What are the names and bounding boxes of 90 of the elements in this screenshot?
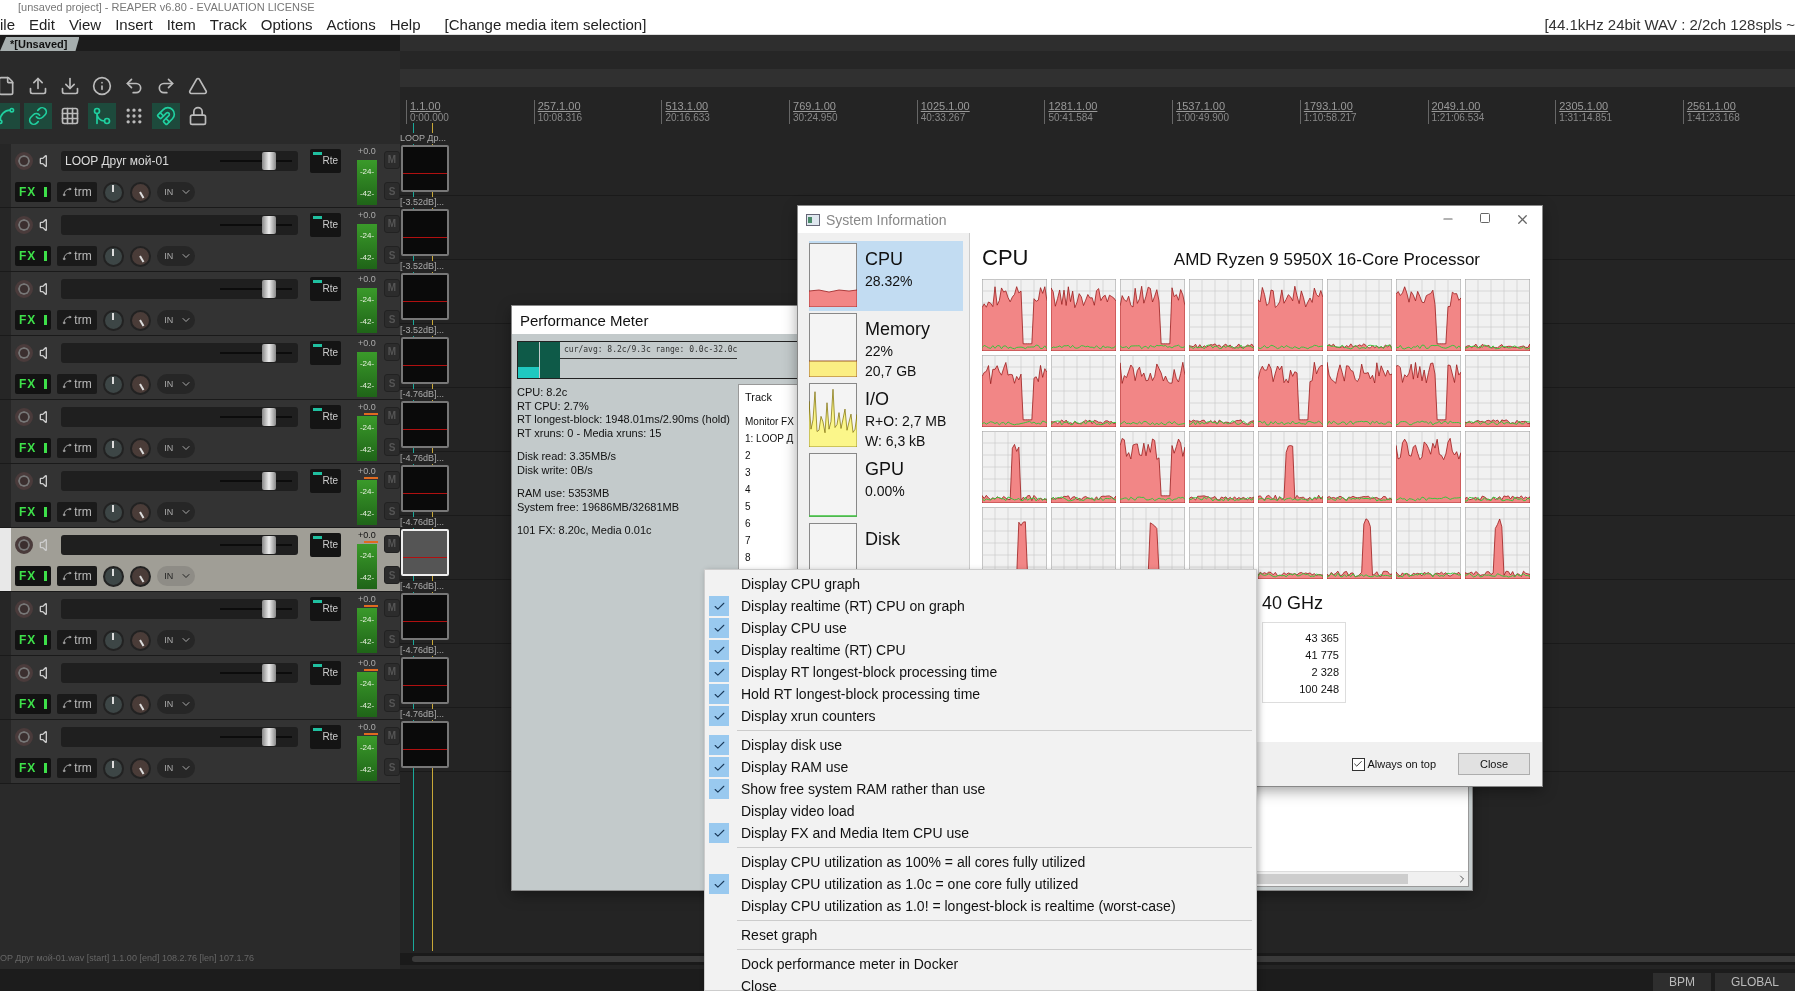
- item-label: [-4.76dB]...: [400, 709, 445, 720]
- stat-line: Disk write: 0B/s: [517, 463, 593, 477]
- item-label: [-3.52dB]...: [400, 325, 445, 336]
- ruler-bar-label: 2305.1.00: [1559, 100, 1610, 112]
- ruler-bar-label: 769.1.00: [793, 100, 837, 112]
- meter-scale-label: -24-: [359, 742, 375, 752]
- stat-line: RAM use: 5353MB: [517, 487, 610, 501]
- meter-readout: +0.0: [358, 146, 376, 157]
- resource-value: 28.32%: [865, 272, 913, 291]
- meter-scale-label: -24-: [359, 294, 375, 304]
- ruler-bar-label: 513.1.00: [665, 100, 710, 112]
- meter-readout: +0.0: [358, 530, 376, 541]
- ruler-time-label: 1:00:49.900: [1176, 112, 1230, 124]
- panel-heading: CPU: [982, 245, 1029, 271]
- meter-scale-label: -24-: [359, 486, 375, 496]
- ruler-time-label: 50:41.584: [1048, 112, 1094, 124]
- ruler-bar-label: 2561.1.00: [1686, 100, 1737, 112]
- resource-value: 20,7 GB: [865, 362, 918, 381]
- ruler-time-label: 30:24.950: [793, 112, 839, 124]
- processor-name: AMD Ryzen 9 5950X 16-Core Processor: [1173, 250, 1480, 270]
- item-label: [-3.52dB]...: [400, 261, 445, 272]
- ruler-time-label: 1:10:58.217: [1303, 112, 1358, 124]
- stat-line: RT CPU: 2.7%: [517, 399, 589, 413]
- meter-scale-label: -42-: [359, 701, 375, 711]
- meter-scale-label: -42-: [359, 445, 375, 455]
- ruler-bar-label: 257.1.00: [537, 100, 582, 112]
- stat-value: 41 775: [1305, 648, 1339, 662]
- stat-value: 100 248: [1299, 682, 1339, 696]
- meter-scale-label: -24-: [359, 422, 375, 432]
- meter-scale-label: -42-: [359, 189, 375, 199]
- cpu-graph: cur/avg: 8.2c/9.3c range: 0.0c-32.0c: [517, 341, 799, 379]
- stat-line: Disk read: 3.35MB/s: [517, 450, 617, 464]
- meter-readout: +0.0: [358, 658, 376, 669]
- item-label: [-4.76dB]...: [400, 581, 445, 592]
- meter-readout: +0.0: [358, 722, 376, 733]
- meter-scale-label: -24-: [359, 166, 375, 176]
- ruler-bar-label: 2049.1.00: [1431, 100, 1482, 112]
- cpu-speed: 40 GHz: [1262, 593, 1325, 614]
- item-label: [-4.76dB]...: [400, 389, 445, 400]
- stat-line: RT longest-block: 1948.01ms/2.90ms (hold): [517, 413, 730, 427]
- action-hint: [Change media item selection]: [444, 15, 647, 33]
- meter-scale-label: -42-: [359, 509, 375, 519]
- resource-value: W: 6,3 kB: [865, 432, 927, 451]
- item-label: [-4.76dB]...: [400, 645, 445, 656]
- stat-line: RT xruns: 0 - Media xruns: 15: [517, 426, 662, 440]
- stat-line: 101 FX: 8.20c, Media 0.01c: [517, 524, 652, 538]
- ruler-bar-label: 1025.1.00: [920, 100, 971, 112]
- ruler-time-label: 40:33.267: [920, 112, 967, 124]
- meter-scale-label: -42-: [359, 765, 375, 775]
- item-label: [-3.52dB]...: [400, 197, 445, 208]
- meter-scale-label: -42-: [359, 253, 375, 263]
- item-label: [-4.76dB]...: [400, 453, 445, 464]
- window-title: System Information: [826, 211, 947, 228]
- ruler-bar-label: 1.1.00: [410, 100, 442, 112]
- meter-scale-label: -24-: [359, 678, 375, 688]
- meter-readout: +0.0: [358, 594, 376, 605]
- meter-readout: +0.0: [358, 274, 376, 285]
- meter-scale-label: -24-: [359, 550, 375, 560]
- ruler-time-label: 10:08.316: [537, 112, 584, 124]
- meter-scale-label: -42-: [359, 637, 375, 647]
- window-title: [unsaved project] - REAPER v6.80 - EVALUATION LICENSE: [18, 0, 315, 14]
- meter-scale-label: -42-: [359, 573, 375, 583]
- resource-value: R+O: 2,7 MB: [865, 412, 947, 431]
- stat-line: System free: 19686MB/32681MB: [517, 500, 680, 514]
- stat-value: 2 328: [1311, 665, 1339, 679]
- meter-readout: +0.0: [358, 402, 376, 413]
- stat-line: CPU: 8.2c: [517, 386, 568, 400]
- meter-scale-label: -42-: [359, 317, 375, 327]
- ruler-bar-label: 1537.1.00: [1176, 100, 1227, 112]
- meter-readout: +0.0: [358, 210, 376, 221]
- ruler-time-label: 1:31:14.851: [1559, 112, 1613, 124]
- meter-readout: +0.0: [358, 338, 376, 349]
- item-label: [-4.76dB]...: [400, 517, 445, 528]
- ruler-bar-label: 1793.1.00: [1303, 100, 1354, 112]
- resource-value: 22%: [865, 342, 895, 361]
- audio-status: [44.1kHz 24bit WAV : 2/2ch 128spls ~: [1544, 15, 1795, 33]
- meter-scale-label: -24-: [359, 358, 375, 368]
- meter-scale-label: -24-: [359, 614, 375, 624]
- ruler-time-label: 1:41:23.168: [1686, 112, 1741, 124]
- item-label: LOOP Др...: [400, 133, 446, 144]
- ruler-time-label: 1:21:06.534: [1431, 112, 1486, 124]
- meter-scale-label: -24-: [359, 230, 375, 240]
- ruler-time-label: 0:00.000: [410, 112, 450, 124]
- meter-readout: +0.0: [358, 466, 376, 477]
- meter-scale-label: -42-: [359, 381, 375, 391]
- ruler-bar-label: 1281.1.00: [1048, 100, 1099, 112]
- column-header: Track: [745, 391, 773, 405]
- stat-value: 43 365: [1305, 631, 1339, 645]
- ruler-time-label: 20:16.633: [665, 112, 711, 124]
- resource-value: 0.00%: [865, 482, 905, 501]
